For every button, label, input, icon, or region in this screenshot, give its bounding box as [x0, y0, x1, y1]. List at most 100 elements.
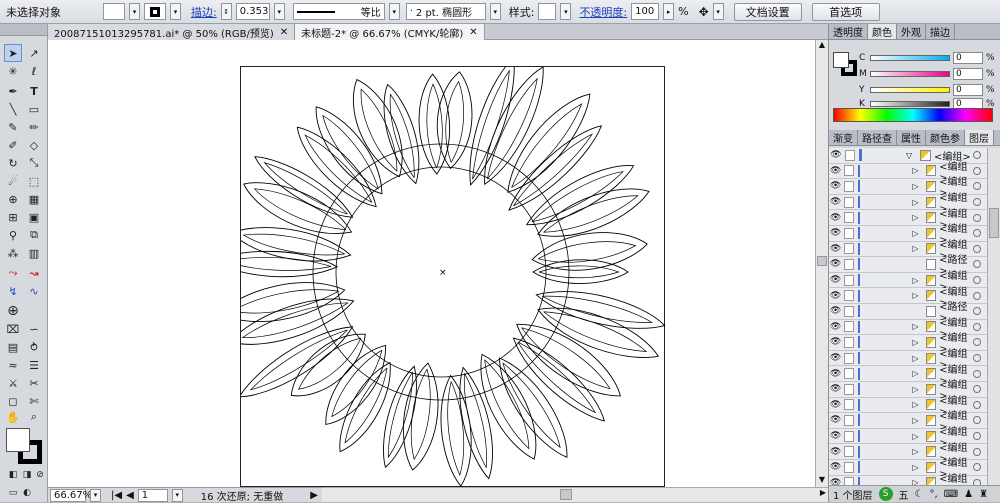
- channel-value[interactable]: 0: [953, 68, 983, 80]
- lock-toggle[interactable]: [844, 430, 854, 442]
- ime-indicator-icon[interactable]: S: [878, 487, 893, 501]
- layer-row[interactable]: 👁 ▷ <编组>: [829, 474, 987, 485]
- stroke-weight-input[interactable]: 0.353: [235, 3, 270, 20]
- fill-dropdown-icon[interactable]: ▾: [129, 3, 140, 20]
- ime-keyboard-icon[interactable]: ⌨: [944, 489, 958, 500]
- page-dropdown-icon[interactable]: ▾: [171, 488, 183, 502]
- lock-toggle[interactable]: [844, 336, 854, 348]
- channel-y[interactable]: Y 0 %: [859, 84, 995, 96]
- target-circle-icon[interactable]: [973, 416, 981, 425]
- fill-swatch[interactable]: [103, 3, 125, 20]
- lock-toggle[interactable]: [844, 399, 854, 411]
- brush-select[interactable]: · 2 pt. 椭圆形: [405, 3, 486, 20]
- target-circle-icon[interactable]: [973, 166, 981, 175]
- target-circle-icon[interactable]: [973, 447, 981, 456]
- eraser-tool-icon[interactable]: ◇: [25, 136, 43, 154]
- target-circle-icon[interactable]: [973, 432, 981, 441]
- layers-scroll-thumb[interactable]: [989, 208, 999, 238]
- channel-value[interactable]: 0: [953, 52, 983, 64]
- lock-toggle[interactable]: [844, 180, 854, 192]
- scroll-thumb[interactable]: [817, 256, 827, 266]
- expand-arrow-icon[interactable]: ▷: [912, 166, 921, 175]
- none-mode-icon[interactable]: ⊘: [31, 466, 49, 484]
- target-circle-icon[interactable]: [973, 213, 981, 222]
- color-fill-swatch[interactable]: [833, 52, 849, 68]
- visibility-eye-icon[interactable]: 👁: [829, 369, 842, 379]
- recolor-dropdown-icon[interactable]: ▾: [712, 3, 724, 20]
- color-spectrum[interactable]: [833, 108, 993, 122]
- line-tool-icon[interactable]: ╲: [4, 100, 22, 118]
- magic-wand-tool-icon[interactable]: ✳: [4, 62, 22, 80]
- target-circle-icon[interactable]: [973, 276, 981, 285]
- blob-brush-tool-icon[interactable]: ✐: [4, 136, 22, 154]
- artboard[interactable]: ×: [212, 57, 666, 487]
- opacity-dropdown-icon[interactable]: ▸: [663, 3, 675, 20]
- lock-toggle[interactable]: [844, 196, 854, 208]
- draw-mode-icon[interactable]: ◐: [18, 484, 36, 502]
- expand-arrow-icon[interactable]: ▷: [912, 276, 921, 285]
- tab-gradient[interactable]: 渐变: [829, 130, 858, 145]
- document-setup-button[interactable]: 文档设置: [733, 2, 802, 21]
- ime-shirt-icon[interactable]: ♜: [979, 489, 988, 500]
- document-tab[interactable]: 20087151013295781.ai* @ 50% (RGB/预览) ✕: [48, 24, 296, 40]
- stroke-profile-select[interactable]: 等比: [292, 3, 385, 20]
- document-tab-active[interactable]: 未标题-2* @ 66.67% (CMYK/轮廓) ✕: [295, 24, 485, 40]
- visibility-eye-icon[interactable]: 👁: [829, 197, 842, 207]
- prev-page-icon[interactable]: ◀: [126, 490, 134, 501]
- grid-tool-icon[interactable]: ▤: [4, 338, 22, 356]
- vertical-scrollbar[interactable]: ▲ ▼: [815, 40, 828, 487]
- lock-toggle[interactable]: [844, 477, 854, 485]
- visibility-eye-icon[interactable]: 👁: [829, 478, 842, 485]
- expand-arrow-icon[interactable]: ▷: [912, 244, 921, 253]
- lock-toggle[interactable]: [844, 383, 854, 395]
- horizontal-scrollbar[interactable]: ▶: [322, 487, 828, 502]
- target-circle-icon[interactable]: [973, 151, 981, 160]
- warp-tool-icon[interactable]: ☄: [4, 172, 22, 190]
- brush-dropdown-icon[interactable]: ▾: [489, 3, 501, 20]
- tab-pathfinder[interactable]: 路径查: [858, 130, 897, 145]
- target-circle-icon[interactable]: [973, 244, 981, 253]
- channel-c[interactable]: C 0 %: [859, 52, 995, 64]
- mesh-tool-icon[interactable]: ⊞: [4, 208, 22, 226]
- visibility-eye-icon[interactable]: 👁: [829, 353, 842, 363]
- tab-stroke[interactable]: 描边: [926, 24, 955, 39]
- expand-arrow-icon[interactable]: ▷: [912, 385, 921, 394]
- expand-arrow-icon[interactable]: ▽: [906, 151, 916, 160]
- arc-tool-icon[interactable]: ∽: [25, 320, 43, 338]
- direct-selection-tool-icon[interactable]: ↗: [25, 44, 43, 62]
- knife-tool-icon[interactable]: ✂: [25, 374, 43, 392]
- expand-arrow-icon[interactable]: ▷: [912, 213, 921, 222]
- rectangle-tool-icon[interactable]: ▭: [25, 100, 43, 118]
- target-circle-icon[interactable]: [973, 369, 981, 378]
- reshape-tool-icon[interactable]: ↝: [25, 264, 43, 282]
- channel-slider[interactable]: [870, 55, 950, 61]
- lock-toggle[interactable]: [844, 227, 854, 239]
- lock-toggle[interactable]: [844, 258, 854, 270]
- zoom-dropdown-icon[interactable]: ▾: [90, 488, 101, 502]
- wave-tool-icon[interactable]: ≈: [4, 356, 22, 374]
- eyedropper-tool-icon[interactable]: ⚲: [4, 226, 22, 244]
- canvas-area[interactable]: ×: [48, 40, 815, 487]
- lock-toggle[interactable]: [844, 352, 854, 364]
- stroke-stepper-icon[interactable]: ⇕: [220, 3, 232, 20]
- visibility-eye-icon[interactable]: 👁: [829, 306, 842, 316]
- expand-arrow-icon[interactable]: ▷: [912, 432, 921, 441]
- first-page-icon[interactable]: |◀: [111, 490, 122, 501]
- lasso-tool-icon[interactable]: ℓ: [25, 62, 43, 80]
- lock-toggle[interactable]: [844, 243, 854, 255]
- stroke-label[interactable]: 描边:: [191, 4, 217, 20]
- pencil-tool-icon[interactable]: ✏: [25, 118, 43, 136]
- stroke-dropdown-icon[interactable]: ▾: [170, 3, 181, 20]
- tab-appearance[interactable]: 外观: [897, 24, 926, 39]
- type-tool-icon[interactable]: T: [25, 82, 43, 100]
- opacity-label[interactable]: 不透明度:: [579, 4, 627, 20]
- expand-arrow-icon[interactable]: ▷: [912, 463, 921, 472]
- channel-slider[interactable]: [870, 101, 950, 107]
- visibility-eye-icon[interactable]: 👁: [829, 415, 842, 425]
- free-transform-tool-icon[interactable]: ⬚: [25, 172, 43, 190]
- expand-arrow-icon[interactable]: ▷: [912, 354, 921, 363]
- lock-toggle[interactable]: [844, 165, 854, 177]
- expand-arrow-icon[interactable]: ▷: [912, 322, 921, 331]
- visibility-eye-icon[interactable]: 👁: [829, 259, 842, 269]
- envelope-tool-icon[interactable]: ⌧: [4, 320, 22, 338]
